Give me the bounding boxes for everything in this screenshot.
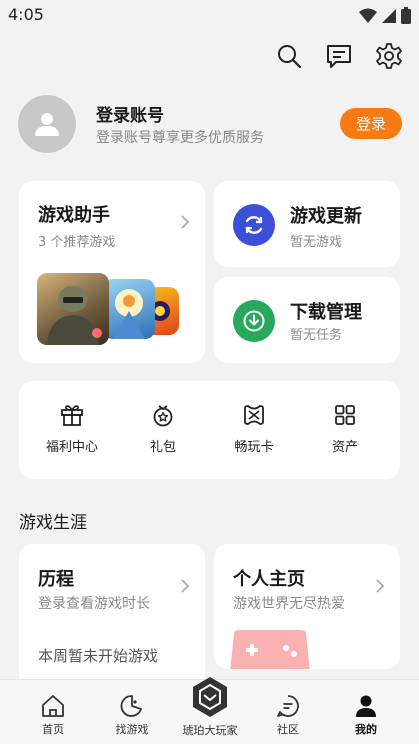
wifi-icon bbox=[359, 8, 377, 23]
profile-section: 登录账号 登录账号尊享更多优质服务 登录 bbox=[18, 95, 402, 155]
card-subtitle: 暂无任务 bbox=[290, 328, 343, 343]
card-title: 游戏助手 bbox=[38, 205, 110, 226]
card-subtitle: 暂无游戏 bbox=[290, 235, 343, 250]
chevron-right-icon bbox=[181, 579, 190, 593]
card-subtitle: 游戏世界无尽热爱 bbox=[233, 596, 345, 612]
community-icon bbox=[277, 695, 299, 717]
card-title: 个人主页 bbox=[233, 569, 305, 590]
update-icon-badge bbox=[233, 204, 275, 246]
giftbag-icon bbox=[153, 405, 173, 427]
feature-gift-pack[interactable]: 礼包 bbox=[118, 403, 208, 463]
weekly-note: 本周暂未开始游戏 bbox=[38, 647, 159, 665]
message-icon bbox=[327, 45, 351, 68]
user-placeholder-icon bbox=[35, 113, 59, 136]
discover-icon bbox=[120, 695, 142, 717]
card-subtitle: 3 个推荐游戏 bbox=[38, 235, 116, 250]
search-button[interactable] bbox=[275, 42, 303, 70]
feature-label: 资产 bbox=[331, 440, 358, 455]
profile-icon bbox=[356, 695, 376, 717]
grid-icon bbox=[335, 405, 355, 425]
gift-icon bbox=[61, 405, 83, 426]
chevron-right-icon bbox=[181, 215, 190, 229]
nav-item-community[interactable]: 社区 bbox=[246, 680, 330, 744]
feature-row: 福利中心 礼包 畅玩卡 资产 bbox=[19, 381, 400, 479]
nav-label: 首页 bbox=[42, 723, 64, 736]
refresh-icon bbox=[245, 216, 263, 234]
amber-logo-icon bbox=[193, 677, 227, 717]
gamepad-illustration-icon bbox=[230, 630, 310, 669]
download-management-card[interactable]: 下载管理 暂无任务 bbox=[214, 277, 400, 363]
search-icon bbox=[278, 45, 302, 69]
battery-icon bbox=[401, 7, 411, 24]
card-title: 下载管理 bbox=[290, 302, 362, 323]
recommended-games bbox=[37, 273, 179, 345]
feature-welfare-center[interactable]: 福利中心 bbox=[27, 403, 117, 463]
home-icon bbox=[42, 695, 64, 717]
game-art-icon bbox=[47, 286, 102, 345]
gear-icon bbox=[376, 43, 402, 69]
personal-homepage-card[interactable]: 个人主页 游戏世界无尽热爱 bbox=[214, 544, 400, 669]
nav-label: 社区 bbox=[277, 723, 299, 736]
card-icon bbox=[244, 405, 264, 425]
card-subtitle: 登录查看游戏时长 bbox=[38, 596, 150, 612]
status-bar: 4:05 bbox=[0, 0, 419, 30]
top-actions bbox=[275, 42, 403, 70]
login-button[interactable]: 登录 bbox=[340, 108, 402, 139]
card-title: 游戏更新 bbox=[290, 206, 362, 227]
nav-item-mine[interactable]: 我的 bbox=[324, 680, 408, 744]
card-title: 历程 bbox=[38, 569, 74, 590]
nav-item-amber-player[interactable]: 琥珀大玩家 bbox=[168, 677, 252, 744]
feature-label: 畅玩卡 bbox=[234, 440, 274, 455]
feature-label: 福利中心 bbox=[45, 440, 98, 455]
chevron-right-icon bbox=[376, 579, 385, 593]
bottom-navigation: 首页 找游戏 琥珀大玩家 社区 我的 bbox=[0, 677, 419, 744]
avatar[interactable] bbox=[18, 95, 76, 153]
nav-label: 我的 bbox=[355, 723, 377, 736]
game-thumbnail[interactable] bbox=[37, 273, 109, 345]
signal-icon bbox=[382, 8, 396, 23]
game-assistant-card[interactable]: 游戏助手 3 个推荐游戏 bbox=[19, 181, 205, 363]
login-title[interactable]: 登录账号 bbox=[96, 101, 164, 126]
settings-button[interactable] bbox=[375, 42, 403, 70]
feature-assets[interactable]: 资产 bbox=[300, 403, 390, 463]
feature-label: 礼包 bbox=[149, 440, 176, 455]
nav-label: 找游戏 bbox=[115, 723, 149, 736]
game-thumbnail[interactable] bbox=[103, 279, 155, 339]
download-icon bbox=[243, 310, 265, 332]
section-title: 游戏生涯 bbox=[19, 513, 87, 533]
nav-item-home[interactable]: 首页 bbox=[11, 680, 95, 744]
game-art-icon bbox=[113, 289, 145, 339]
nav-label: 琥珀大玩家 bbox=[182, 724, 238, 737]
nav-item-discover[interactable]: 找游戏 bbox=[90, 680, 174, 744]
login-subtitle: 登录账号尊享更多优质服务 bbox=[96, 130, 264, 146]
status-time: 4:05 bbox=[8, 5, 44, 24]
feature-play-card[interactable]: 畅玩卡 bbox=[209, 403, 299, 463]
download-icon-badge bbox=[233, 300, 275, 342]
status-icons bbox=[359, 7, 411, 24]
message-button[interactable] bbox=[325, 42, 353, 70]
game-update-card[interactable]: 游戏更新 暂无游戏 bbox=[214, 181, 400, 267]
